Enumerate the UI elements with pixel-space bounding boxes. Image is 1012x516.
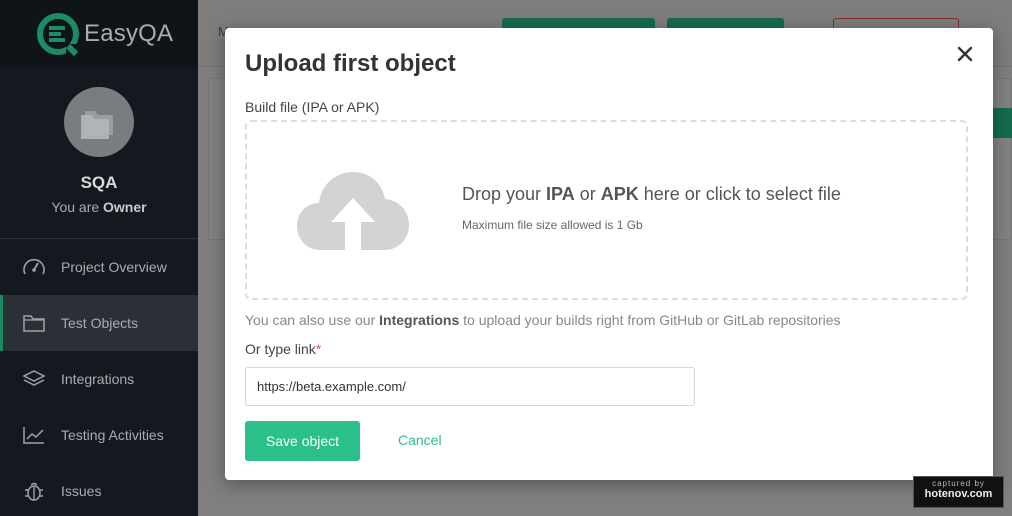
sidebar: EasyQA SQA You are Owner Project Overvie… <box>0 0 198 516</box>
sidebar-item-label: Test Objects <box>61 315 139 331</box>
cloud-upload-icon <box>297 170 409 252</box>
sidebar-item-issues[interactable]: Issues <box>0 463 198 516</box>
required-mark: * <box>315 341 322 357</box>
max-size-note: Maximum file size allowed is 1 Gb <box>462 218 643 232</box>
drop-text-post: here or click to select file <box>638 184 841 204</box>
sidebar-item-label: Integrations <box>61 371 135 387</box>
sidebar-item-label: Issues <box>61 483 102 499</box>
project-avatar[interactable] <box>64 87 134 157</box>
build-file-label: Build file (IPA or APK) <box>245 99 380 115</box>
role-prefix: You are <box>51 199 100 215</box>
file-dropzone[interactable]: Drop your IPA or APK here or click to se… <box>245 120 968 300</box>
cancel-button[interactable]: Cancel <box>398 432 442 448</box>
close-icon[interactable] <box>955 44 975 64</box>
folder-icon <box>81 111 113 139</box>
chart-line-icon <box>21 424 47 446</box>
upload-modal: Upload first object Build file (IPA or A… <box>225 28 993 480</box>
link-input[interactable] <box>245 367 695 406</box>
save-object-button[interactable]: Save object <box>245 421 360 461</box>
drop-text-pre: Drop your <box>462 184 547 204</box>
watermark: captured by hotenov.com <box>913 476 1004 508</box>
speedometer-icon <box>21 256 47 278</box>
sidebar-item-integrations[interactable]: Integrations <box>0 351 198 407</box>
integrations-note: You can also use our Integrations to upl… <box>245 312 841 328</box>
watermark-bottom: hotenov.com <box>924 488 993 500</box>
logo[interactable]: EasyQA <box>0 0 198 67</box>
link-label: Or type link* <box>245 341 321 357</box>
sidebar-item-label: Project Overview <box>61 259 167 275</box>
watermark-top: captured by <box>932 479 985 488</box>
easyqa-logo-icon <box>36 12 80 56</box>
project-profile: SQA You are Owner <box>0 67 198 239</box>
drop-text-or: or <box>574 184 601 204</box>
bug-icon <box>21 480 47 502</box>
note-text-pre: You can also use our <box>245 312 380 328</box>
note-text-post: to upload your builds right from GitHub … <box>459 312 841 328</box>
user-role: You are Owner <box>51 199 146 215</box>
project-name: SQA <box>80 173 118 192</box>
integrations-link[interactable]: Integrations <box>379 312 459 328</box>
sidebar-item-testing-activities[interactable]: Testing Activities <box>0 407 198 463</box>
sidebar-item-project-overview[interactable]: Project Overview <box>0 239 198 295</box>
layers-icon <box>21 368 47 390</box>
drop-instructions: Drop your IPA or APK here or click to se… <box>462 184 841 205</box>
link-label-text: Or type link <box>245 341 316 357</box>
logo-text: EasyQA <box>84 19 174 47</box>
add-object-button[interactable] <box>990 108 1012 138</box>
role-value: Owner <box>103 199 147 215</box>
sidebar-item-test-objects[interactable]: Test Objects <box>0 295 198 351</box>
folder-icon <box>21 312 47 334</box>
modal-title: Upload first object <box>245 50 456 77</box>
drop-text-ipa: IPA <box>546 184 575 204</box>
sidebar-item-label: Testing Activities <box>61 427 164 443</box>
drop-text-apk: APK <box>600 184 639 204</box>
